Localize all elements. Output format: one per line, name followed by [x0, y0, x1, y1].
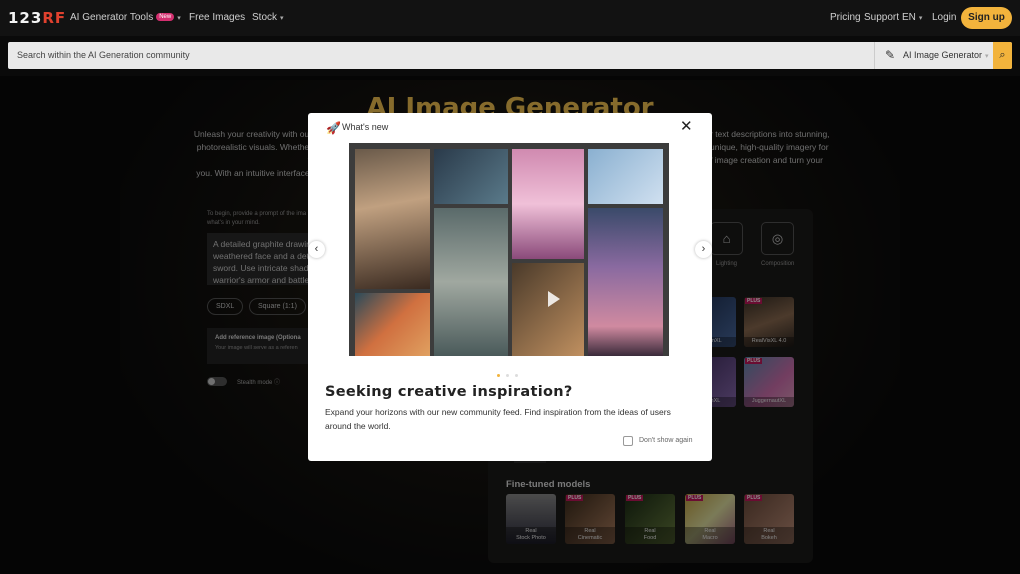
carousel-next-button[interactable]: ›	[695, 241, 712, 258]
chevron-down-icon: ▾	[918, 15, 923, 22]
nav-stock[interactable]: Stock ▾	[252, 12, 284, 23]
carousel-prev-button[interactable]: ‹	[308, 241, 325, 258]
gallery-tile	[355, 293, 430, 356]
search-input[interactable]: Search within the AI Generation communit…	[17, 50, 190, 60]
modal-header: What's new	[342, 122, 389, 132]
new-badge: New	[156, 13, 175, 22]
site-logo[interactable]: 123RF	[8, 9, 66, 27]
gallery-tile	[588, 149, 663, 204]
pen-icon: ✎	[885, 48, 896, 62]
close-icon[interactable]: ✕	[680, 119, 693, 134]
rocket-icon: 🚀	[326, 121, 341, 135]
signup-button[interactable]: Sign up	[961, 7, 1012, 29]
inspiration-carousel[interactable]	[349, 143, 669, 356]
nav-support[interactable]: Support	[864, 12, 899, 23]
carousel-dots	[497, 364, 524, 382]
nav-pricing[interactable]: Pricing	[830, 12, 861, 23]
search-button[interactable]: ⌕	[993, 42, 1012, 69]
nav-free-images[interactable]: Free Images	[189, 12, 245, 23]
nav-login[interactable]: Login	[932, 12, 956, 23]
modal-description: Expand your horizons with our new commun…	[325, 407, 671, 431]
whats-new-modal: 🚀 What's new ✕ ‹ › Seeking creative insp…	[308, 113, 712, 461]
carousel-dot[interactable]	[515, 374, 518, 377]
modal-title: Seeking creative inspiration?	[325, 384, 573, 400]
search-scope-dropdown[interactable]: ✎ AI Image Generator ▾	[874, 42, 992, 69]
dont-show-again-label[interactable]: Don't show again	[639, 437, 692, 444]
dont-show-again-checkbox[interactable]	[623, 436, 633, 446]
nav-ai-generator-tools[interactable]: AI Generator Tools New ▾	[70, 12, 181, 23]
gallery-tile	[434, 149, 508, 204]
play-icon[interactable]	[548, 291, 560, 307]
chevron-down-icon: ▾	[280, 15, 284, 22]
chevron-down-icon: ▾	[177, 15, 181, 22]
language-selector[interactable]: EN ▾	[902, 12, 922, 23]
top-navigation: 123RF AI Generator Tools New ▾ Free Images…	[0, 0, 1020, 36]
gallery-tile	[512, 263, 584, 356]
search-bar: Search within the AI Generation communit…	[8, 42, 1012, 69]
gallery-tile	[355, 149, 430, 289]
chevron-right-icon: ›	[701, 243, 706, 255]
gallery-tile	[512, 149, 584, 259]
chevron-down-icon: ▾	[985, 53, 989, 60]
carousel-dot[interactable]	[506, 374, 509, 377]
carousel-dot[interactable]	[497, 374, 500, 377]
search-icon: ⌕	[999, 49, 1006, 61]
gallery-tile	[588, 208, 663, 356]
gallery-tile	[434, 208, 508, 356]
chevron-left-icon: ‹	[314, 243, 319, 255]
